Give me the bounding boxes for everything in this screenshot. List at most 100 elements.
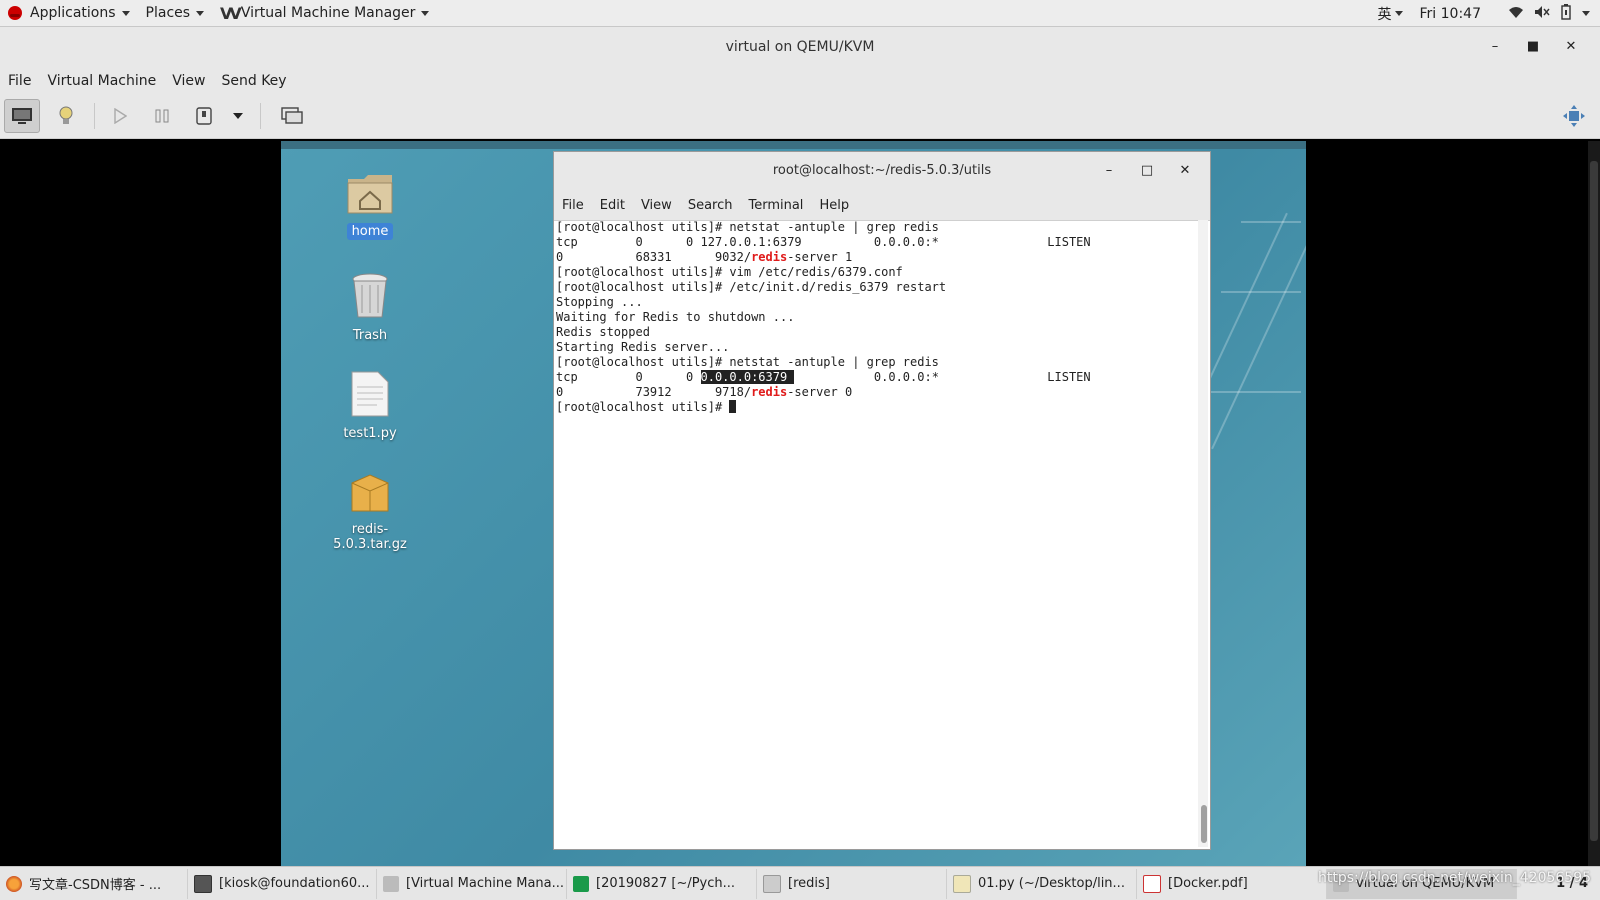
taskbar-item-pdf[interactable]: [Docker.pdf] <box>1137 868 1327 899</box>
terminal-line: [root@localhost utils]# netstat -antuple… <box>556 220 939 234</box>
terminal-line: Starting Redis server... <box>556 340 730 354</box>
snapshots-button[interactable] <box>274 99 310 133</box>
clock[interactable]: Fri 10:47 <box>1420 6 1481 22</box>
applications-menu[interactable]: Applications <box>0 0 138 27</box>
desktop-icon-redis-tarball[interactable]: redis-5.0.3.tar.gz <box>310 471 430 553</box>
battery-icon[interactable] <box>1560 3 1572 24</box>
run-button[interactable] <box>102 99 138 133</box>
terminal-menu-edit[interactable]: Edit <box>592 198 633 213</box>
terminal-prompt-line: [root@localhost utils]# <box>556 400 1196 415</box>
power-icon <box>196 107 212 125</box>
desktop-icon-label: Trash <box>352 328 388 343</box>
chevron-down-icon <box>196 10 205 16</box>
desktop-icon-trash[interactable]: Trash <box>310 271 430 344</box>
app-menu[interactable]: VV Virtual Machine Manager <box>212 0 437 27</box>
places-label: Places <box>145 5 191 21</box>
desktop-icon-label: redis-5.0.3.tar.gz <box>333 522 407 552</box>
wifi-icon[interactable] <box>1508 5 1524 23</box>
wallpaper-decoration <box>1221 291 1301 293</box>
terminal-line: Waiting for Redis to shutdown ... <box>556 310 795 324</box>
maximize-icon[interactable]: ■ <box>1514 27 1552 67</box>
taskbar-item-pycharm[interactable]: [20190827 [~/Pych... <box>567 868 757 899</box>
taskbar-item-terminal[interactable]: [kiosk@foundation60... <box>188 868 377 899</box>
pycharm-icon <box>573 875 589 892</box>
close-icon[interactable]: ✕ <box>1552 27 1590 67</box>
terminal-menu-search[interactable]: Search <box>680 198 741 213</box>
play-icon <box>114 108 127 124</box>
window-titlebar[interactable]: virtual on QEMU/KVM – ■ ✕ <box>0 27 1600 67</box>
gedit-icon <box>953 874 971 893</box>
terminal-line: Stopping ... <box>556 295 643 309</box>
console-view-button[interactable] <box>4 99 40 133</box>
terminal-menubar: File Edit View Search Terminal Help <box>554 190 1210 221</box>
lightbulb-icon <box>59 106 73 124</box>
applications-label: Applications <box>30 5 116 21</box>
taskbar-item-gedit[interactable]: 01.py (~/Desktop/lin... <box>947 868 1137 899</box>
minimize-icon[interactable]: – <box>1090 152 1128 190</box>
text-cursor <box>729 400 737 413</box>
app-name-label: Virtual Machine Manager <box>240 5 416 21</box>
scrollbar-thumb[interactable] <box>1201 805 1207 843</box>
places-menu[interactable]: Places <box>138 0 213 27</box>
details-view-button[interactable] <box>48 99 84 133</box>
vm-toolbar <box>0 95 1600 139</box>
toolbar-separator <box>94 103 95 129</box>
wallpaper-decoration <box>1201 391 1301 393</box>
chevron-down-icon <box>1394 11 1403 16</box>
terminal-scrollbar[interactable] <box>1198 220 1208 847</box>
top-panel: Applications Places VV Virtual Machine M… <box>0 0 1600 27</box>
desktop-icon-test1-py[interactable]: test1.py <box>310 371 430 442</box>
terminal-window[interactable]: root@localhost:~/redis-5.0.3/utils – □ ✕… <box>553 151 1211 850</box>
firefox-icon <box>6 875 22 892</box>
taskbar-item-firefox[interactable]: 写文章-CSDN博客 - ... <box>0 868 188 899</box>
terminal-line: tcp 0 0 0.0.0.0:6379 0.0.0.0:* LISTEN <box>556 370 1091 384</box>
wallpaper-decoration <box>1211 212 1306 450</box>
desktop-icon-home[interactable]: home <box>310 171 430 240</box>
vmm-logo-icon: VV <box>220 3 242 23</box>
scrollbar-thumb[interactable] <box>1590 161 1598 841</box>
menu-file[interactable]: File <box>0 73 39 89</box>
terminal-output[interactable]: [root@localhost utils]# netstat -antuple… <box>556 220 1196 849</box>
terminal-title: root@localhost:~/redis-5.0.3/utils <box>772 163 992 178</box>
close-icon[interactable]: ✕ <box>1166 152 1204 190</box>
menu-view[interactable]: View <box>164 73 213 89</box>
fullscreen-button[interactable] <box>1556 99 1592 133</box>
status-area: 英 Fri 10:47 <box>1373 0 1600 27</box>
redhat-icon <box>8 6 22 20</box>
taskbar-item-redis-folder[interactable]: [redis] <box>757 868 947 899</box>
shutdown-menu-button[interactable] <box>226 99 250 133</box>
taskbar-item-label: [redis] <box>788 876 830 891</box>
pdf-icon <box>1143 874 1161 893</box>
minimize-icon[interactable]: – <box>1476 27 1514 67</box>
viewer-scrollbar[interactable] <box>1588 141 1600 866</box>
taskbar-item-vmm[interactable]: [Virtual Machine Mana... <box>377 868 567 899</box>
trash-icon <box>352 273 388 318</box>
pause-button[interactable] <box>144 99 180 133</box>
text-file-icon <box>351 371 389 417</box>
terminal-menu-terminal[interactable]: Terminal <box>740 198 811 213</box>
volume-icon[interactable] <box>1534 5 1550 23</box>
toolbar-separator <box>260 103 261 129</box>
terminal-line: Redis stopped <box>556 325 650 339</box>
menu-send-key[interactable]: Send Key <box>213 73 294 89</box>
vmm-icon <box>383 875 399 892</box>
maximize-icon[interactable]: □ <box>1128 152 1166 190</box>
terminal-menu-help[interactable]: Help <box>811 198 857 213</box>
window-controls: – ■ ✕ <box>1476 27 1590 67</box>
terminal-titlebar[interactable]: root@localhost:~/redis-5.0.3/utils – □ ✕ <box>554 152 1210 190</box>
input-method-indicator[interactable]: 英 <box>1378 4 1392 24</box>
terminal-menu-file[interactable]: File <box>554 198 592 213</box>
monitor-icon <box>12 108 32 124</box>
chevron-down-icon[interactable] <box>1582 11 1590 16</box>
terminal-line: 0 73912 9718/redis-server 0 <box>556 385 853 399</box>
watermark-text: https://blog.csdn.net/weixin_42056595 <box>1318 870 1592 886</box>
taskbar-item-label: [kiosk@foundation60... <box>219 876 370 891</box>
menu-virtual-machine[interactable]: Virtual Machine <box>39 73 164 89</box>
terminal-menu-view[interactable]: View <box>633 198 680 213</box>
chevron-down-icon <box>121 10 130 16</box>
shutdown-button[interactable] <box>186 99 222 133</box>
guest-top-panel <box>281 141 1306 149</box>
terminal-line: [root@localhost utils]# vim /etc/redis/6… <box>556 265 903 279</box>
terminal-icon <box>194 874 212 893</box>
terminal-line: 0 68331 9032/redis-server 1 <box>556 250 853 264</box>
